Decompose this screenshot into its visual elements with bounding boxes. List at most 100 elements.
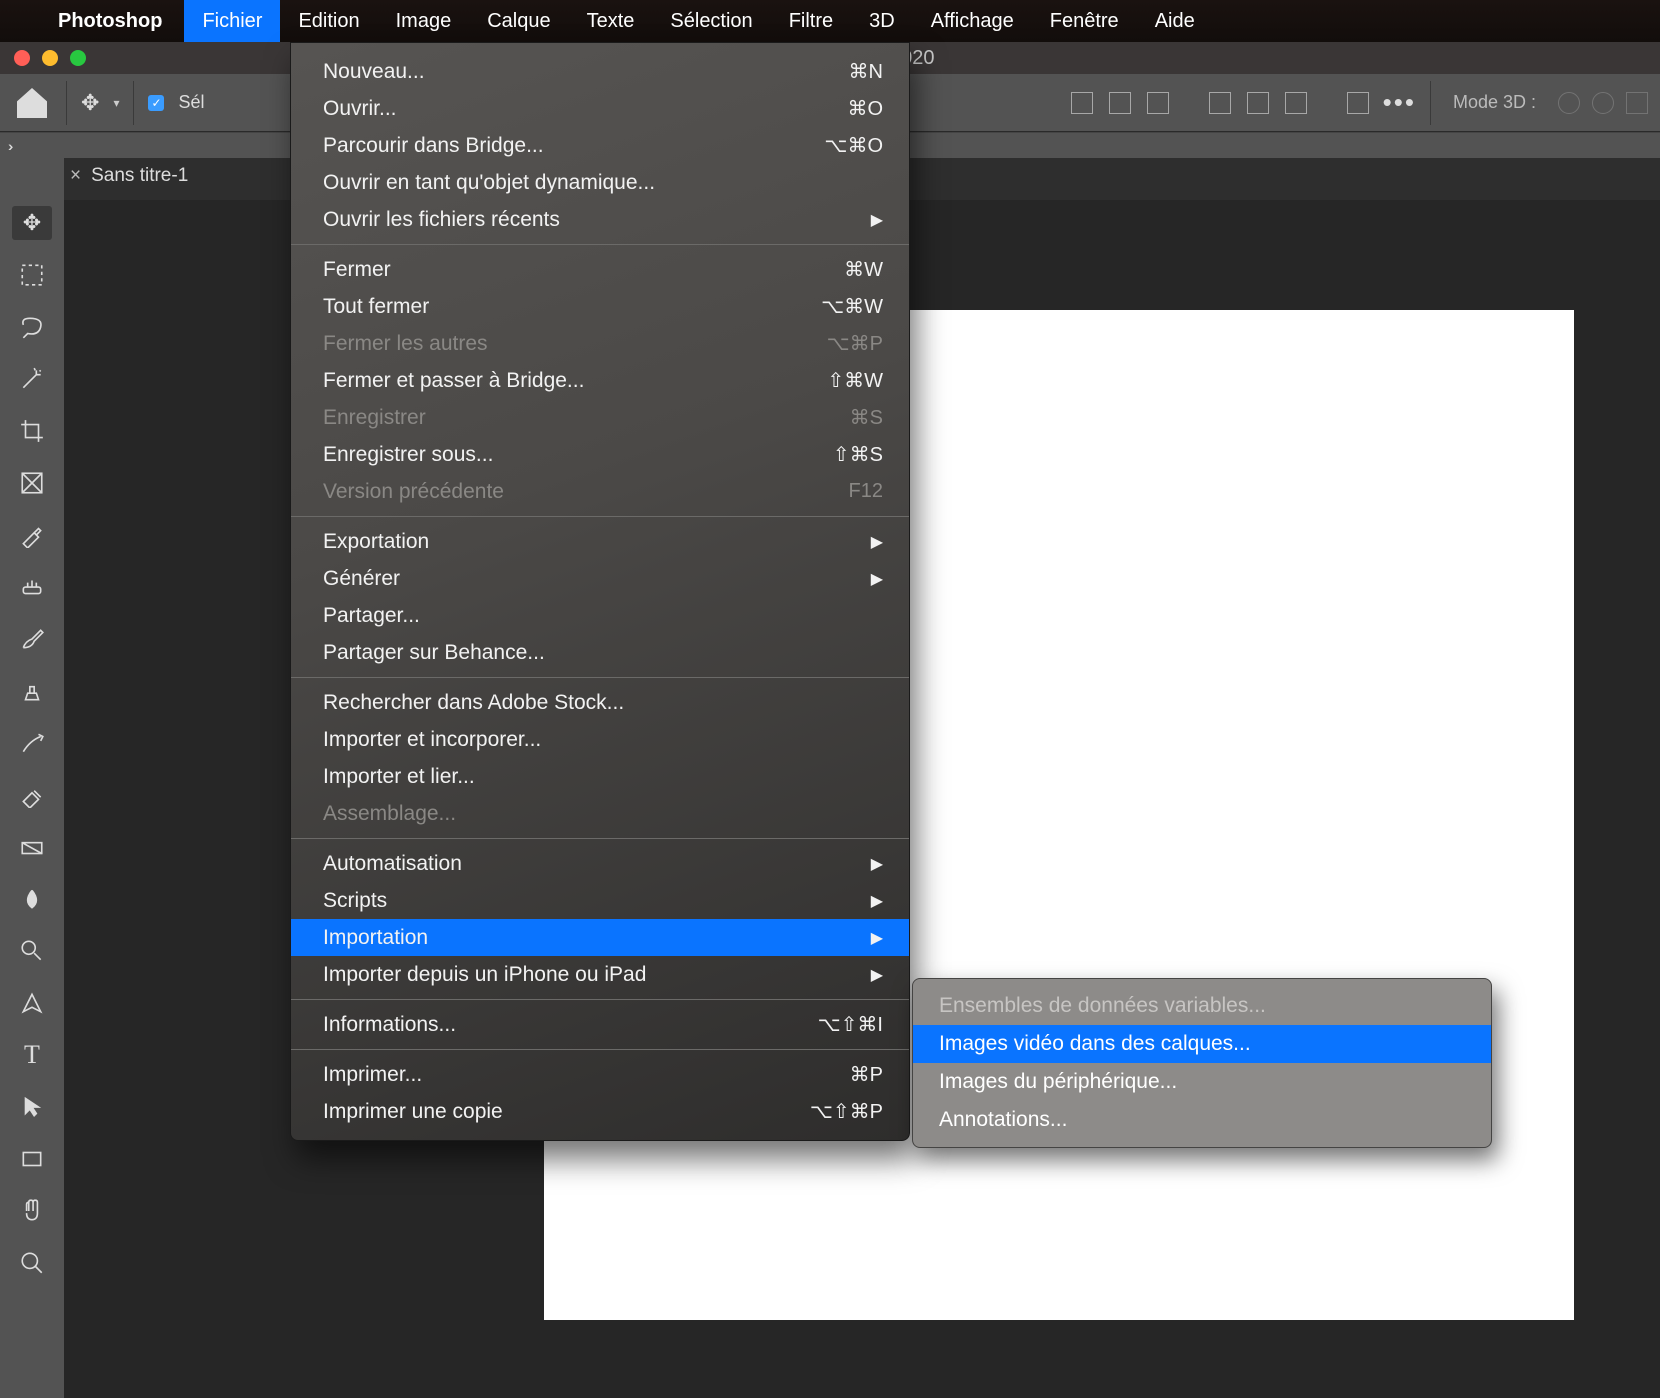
expand-panels-icon[interactable]: ›› bbox=[8, 138, 9, 154]
spacer bbox=[1185, 92, 1193, 114]
file-menu-item[interactable]: Générer▶ bbox=[291, 560, 909, 597]
gradient-tool[interactable] bbox=[12, 830, 52, 864]
file-menu-item[interactable]: Partager... bbox=[291, 597, 909, 634]
align-bottom-icon[interactable] bbox=[1285, 92, 1307, 114]
frame-tool[interactable] bbox=[12, 466, 52, 500]
file-menu-item[interactable]: Importer et incorporer... bbox=[291, 721, 909, 758]
file-menu-item[interactable]: Importer et lier... bbox=[291, 758, 909, 795]
close-document-icon[interactable]: × bbox=[70, 165, 81, 187]
menu-shortcut: ⌥⌘O bbox=[824, 133, 883, 158]
separator bbox=[1430, 81, 1431, 125]
menu-shortcut: ⌥⌘P bbox=[827, 331, 883, 356]
3d-pan-icon[interactable] bbox=[1626, 92, 1648, 114]
file-menu-item: Enregistrer⌘S bbox=[291, 399, 909, 436]
menu-selection[interactable]: Sélection bbox=[652, 0, 770, 42]
magic-wand-tool[interactable] bbox=[12, 362, 52, 396]
file-menu-item[interactable]: Ouvrir les fichiers récents▶ bbox=[291, 201, 909, 238]
menu-aide[interactable]: Aide bbox=[1137, 0, 1213, 42]
auto-select-label: Sél bbox=[178, 92, 204, 113]
eyedropper-tool[interactable] bbox=[12, 518, 52, 552]
move-tool[interactable]: ✥ bbox=[12, 206, 52, 240]
menu-item-label: Version précédente bbox=[323, 480, 504, 504]
history-brush-tool[interactable] bbox=[12, 726, 52, 760]
menu-item-label: Ouvrir les fichiers récents bbox=[323, 208, 560, 232]
align-middle-icon[interactable] bbox=[1247, 92, 1269, 114]
file-menu-item[interactable]: Imprimer...⌘P bbox=[291, 1056, 909, 1093]
maximize-window-icon[interactable] bbox=[70, 50, 86, 66]
pen-tool[interactable] bbox=[12, 986, 52, 1020]
menu-item-label: Enregistrer bbox=[323, 406, 426, 430]
menu-separator bbox=[291, 677, 909, 678]
menu-3d[interactable]: 3D bbox=[851, 0, 913, 42]
file-menu-item[interactable]: Ouvrir en tant qu'objet dynamique... bbox=[291, 164, 909, 201]
eraser-tool[interactable] bbox=[12, 778, 52, 812]
home-icon[interactable] bbox=[12, 83, 52, 123]
file-menu-item[interactable]: Informations...⌥⇧⌘I bbox=[291, 1006, 909, 1043]
menu-item-label: Fermer bbox=[323, 258, 391, 282]
file-menu-item[interactable]: Imprimer une copie⌥⇧⌘P bbox=[291, 1093, 909, 1130]
menu-image[interactable]: Image bbox=[378, 0, 470, 42]
app-name[interactable]: Photoshop bbox=[58, 10, 162, 33]
lasso-tool[interactable] bbox=[12, 310, 52, 344]
menu-item-label: Importer depuis un iPhone ou iPad bbox=[323, 963, 646, 987]
file-menu-item[interactable]: Importer depuis un iPhone ou iPad ▶ bbox=[291, 956, 909, 993]
import-submenu-item: Ensembles de données variables... bbox=[913, 987, 1491, 1025]
distribute-icon[interactable] bbox=[1347, 92, 1369, 114]
rectangle-tool[interactable] bbox=[12, 1142, 52, 1176]
3d-roll-icon[interactable] bbox=[1592, 92, 1614, 114]
file-menu-item[interactable]: Tout fermer⌥⌘W bbox=[291, 288, 909, 325]
import-submenu-item[interactable]: Images du périphérique... bbox=[913, 1063, 1491, 1101]
menu-fichier[interactable]: Fichier bbox=[184, 0, 280, 42]
submenu-arrow-icon: ▶ bbox=[871, 965, 883, 985]
auto-select-checkbox[interactable]: ✓ bbox=[148, 95, 164, 111]
align-right-icon[interactable] bbox=[1147, 92, 1169, 114]
zoom-tool[interactable] bbox=[12, 1246, 52, 1280]
menu-separator bbox=[291, 838, 909, 839]
brush-tool[interactable] bbox=[12, 622, 52, 656]
menu-calque[interactable]: Calque bbox=[469, 0, 568, 42]
align-top-icon[interactable] bbox=[1209, 92, 1231, 114]
3d-orbit-icon[interactable] bbox=[1558, 92, 1580, 114]
file-menu-item[interactable]: Partager sur Behance... bbox=[291, 634, 909, 671]
file-menu-item[interactable]: Rechercher dans Adobe Stock... bbox=[291, 684, 909, 721]
clone-stamp-tool[interactable] bbox=[12, 674, 52, 708]
file-menu-item[interactable]: Nouveau...⌘N bbox=[291, 53, 909, 90]
menu-affichage[interactable]: Affichage bbox=[913, 0, 1032, 42]
import-submenu-item[interactable]: Annotations... bbox=[913, 1101, 1491, 1139]
submenu-arrow-icon: ▶ bbox=[871, 928, 883, 948]
path-selection-tool[interactable] bbox=[12, 1090, 52, 1124]
close-window-icon[interactable] bbox=[14, 50, 30, 66]
blur-tool[interactable] bbox=[12, 882, 52, 916]
file-menu-item[interactable]: Exportation▶ bbox=[291, 523, 909, 560]
file-menu-item[interactable]: Importation▶ bbox=[291, 919, 909, 956]
crop-tool[interactable] bbox=[12, 414, 52, 448]
file-menu-item[interactable]: Parcourir dans Bridge...⌥⌘O bbox=[291, 127, 909, 164]
align-center-icon[interactable] bbox=[1109, 92, 1131, 114]
file-menu-item[interactable]: Scripts▶ bbox=[291, 882, 909, 919]
menu-filtre[interactable]: Filtre bbox=[771, 0, 851, 42]
dodge-tool[interactable] bbox=[12, 934, 52, 968]
document-tab-label[interactable]: Sans titre-1 bbox=[91, 165, 188, 187]
menu-item-label: Importer et lier... bbox=[323, 765, 475, 789]
menu-fenetre[interactable]: Fenêtre bbox=[1032, 0, 1137, 42]
minimize-window-icon[interactable] bbox=[42, 50, 58, 66]
marquee-tool[interactable] bbox=[12, 258, 52, 292]
type-tool[interactable]: T bbox=[12, 1038, 52, 1072]
separator bbox=[133, 81, 134, 125]
menu-shortcut: ⇧⌘S bbox=[833, 442, 883, 467]
align-left-icon[interactable] bbox=[1071, 92, 1093, 114]
menu-texte[interactable]: Texte bbox=[569, 0, 653, 42]
file-menu-item[interactable]: Ouvrir...⌘O bbox=[291, 90, 909, 127]
hand-tool[interactable] bbox=[12, 1194, 52, 1228]
healing-brush-tool[interactable] bbox=[12, 570, 52, 604]
file-menu-item[interactable]: Fermer et passer à Bridge...⇧⌘W bbox=[291, 362, 909, 399]
menu-edition[interactable]: Edition bbox=[280, 0, 377, 42]
import-submenu-item[interactable]: Images vidéo dans des calques... bbox=[913, 1025, 1491, 1063]
chevron-down-icon[interactable]: ▾ bbox=[113, 96, 119, 110]
file-menu-item[interactable]: Enregistrer sous...⇧⌘S bbox=[291, 436, 909, 473]
tools-panel: ✥ T bbox=[0, 158, 64, 1398]
more-options-icon[interactable]: ••• bbox=[1383, 87, 1416, 118]
file-menu-item[interactable]: Fermer⌘W bbox=[291, 251, 909, 288]
file-menu-item[interactable]: Automatisation▶ bbox=[291, 845, 909, 882]
move-tool-icon[interactable]: ✥ bbox=[81, 90, 99, 116]
